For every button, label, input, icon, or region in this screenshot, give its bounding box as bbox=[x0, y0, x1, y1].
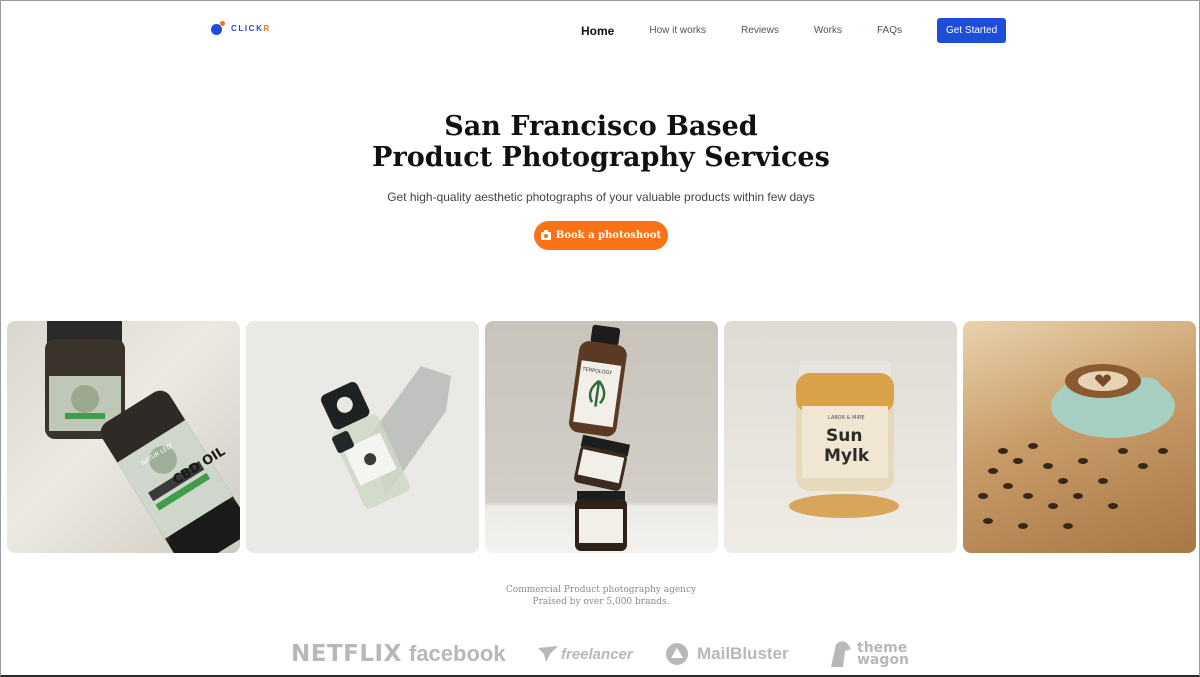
hero-title: San Francisco Based Product Photography … bbox=[1, 111, 1199, 173]
book-photoshoot-label: Book a photoshoot bbox=[555, 230, 662, 241]
freelancer-logo: freelancer bbox=[538, 637, 633, 671]
praise-text: Commercial Product photography agency Pr… bbox=[1, 584, 1199, 608]
gallery-photo-latte[interactable] bbox=[963, 321, 1196, 553]
hero-title-line-2: Product Photography Services bbox=[372, 142, 830, 173]
nav-reviews[interactable]: Reviews bbox=[741, 25, 779, 36]
product-gallery: CBD OIL NATUR LEEF TERPOLOGY LABOR & MIR… bbox=[7, 321, 1197, 553]
photo4-line1: Sun bbox=[826, 426, 862, 446]
get-started-button[interactable]: Get Started bbox=[937, 18, 1007, 43]
page-frame: CLICKR Home How it works Reviews Works F… bbox=[0, 0, 1200, 677]
nav-faqs[interactable]: FAQs bbox=[877, 25, 902, 36]
themewagon-logo: theme wagon bbox=[827, 637, 909, 671]
logo-mark-icon bbox=[211, 21, 225, 35]
camera-icon bbox=[540, 229, 551, 240]
mailbluster-logo: MailBluster bbox=[665, 637, 789, 671]
facebook-logo: facebook bbox=[409, 641, 506, 666]
gallery-photo-dropper-bottle[interactable] bbox=[246, 321, 479, 553]
photo4-line2: Mylk bbox=[824, 446, 870, 466]
horse-icon bbox=[831, 641, 851, 667]
nav-how-it-works[interactable]: How it works bbox=[649, 25, 706, 36]
main-nav: Home How it works Reviews Works FAQs Get… bbox=[561, 18, 1007, 43]
brand-logos: NETFLIX facebook freelancer MailBluster … bbox=[1, 637, 1199, 671]
mailbluster-logo-text: MailBluster bbox=[697, 644, 789, 663]
mailbluster-icon bbox=[666, 643, 688, 665]
themewagon-text-2: wagon bbox=[857, 652, 909, 668]
freelancer-logo-text: freelancer bbox=[561, 645, 633, 663]
photo4-brand: LABOR & MIRE bbox=[828, 415, 865, 421]
freelancer-bird-icon bbox=[538, 646, 558, 662]
nav-home[interactable]: Home bbox=[581, 24, 614, 38]
gallery-photo-sun-mylk[interactable]: LABOR & MIRE Sun Mylk bbox=[724, 321, 957, 553]
praise-line-1: Commercial Product photography agency bbox=[505, 585, 697, 595]
gallery-photo-cbd-bottles[interactable]: CBD OIL NATUR LEEF bbox=[7, 321, 240, 553]
logo-text: CLICKR bbox=[231, 23, 271, 33]
netflix-logo: NETFLIX bbox=[291, 641, 402, 667]
hero-title-line-1: San Francisco Based bbox=[444, 111, 758, 142]
nav-works[interactable]: Works bbox=[814, 25, 842, 36]
logo[interactable]: CLICKR bbox=[211, 21, 271, 35]
gallery-photo-stacked-jars[interactable]: TERPOLOGY bbox=[485, 321, 718, 553]
hero-subtitle: Get high-quality aesthetic photographs o… bbox=[387, 190, 815, 204]
book-photoshoot-button[interactable]: Book a photoshoot bbox=[534, 221, 668, 250]
praise-line-2: Praised by over 5,000 brands. bbox=[532, 597, 670, 607]
